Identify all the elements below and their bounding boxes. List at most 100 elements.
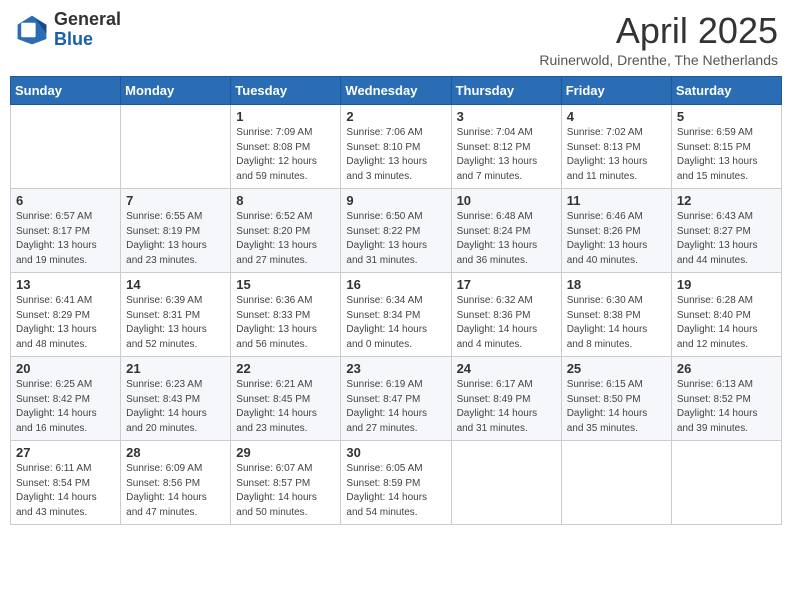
day-info: Sunrise: 6:34 AMSunset: 8:34 PMDaylight:… — [346, 294, 445, 352]
day-number: 16 — [346, 277, 445, 292]
calendar-cell: 28 Sunrise: 6:09 AMSunset: 8:56 PMDayligh… — [121, 441, 231, 525]
day-number: 6 — [16, 193, 115, 208]
day-info: Sunrise: 6:17 AMSunset: 8:49 PMDaylight:… — [457, 378, 556, 436]
calendar-cell: 14Sunrise: 6:39 AMSunset: 8:31 PMDayligh… — [121, 273, 231, 357]
day-info: Sunrise: 6:25 AMSunset: 8:42 PMDaylight:… — [16, 378, 115, 436]
day-info: Sunrise: 6:55 AMSunset: 8:19 PMDaylight:… — [126, 210, 225, 268]
calendar-cell — [561, 441, 671, 525]
calendar-cell: 22 Sunrise: 6:21 AMSunset: 8:45 PMDayligh… — [231, 357, 341, 441]
calendar-subtitle: Ruinerwold, Drenthe, The Netherlands — [539, 52, 778, 68]
calendar-cell: 4 Sunrise: 7:02 AMSunset: 8:13 PMDaylight… — [561, 105, 671, 189]
day-info: Sunrise: 6:43 AMSunset: 8:27 PMDaylight:… — [677, 210, 776, 268]
logo-text: General Blue — [54, 10, 121, 50]
day-info: Sunrise: 6:21 AMSunset: 8:45 PMDaylight:… — [236, 378, 335, 436]
day-number: 7 — [126, 193, 225, 208]
day-number: 11 — [567, 193, 666, 208]
day-number: 14 — [126, 277, 225, 292]
calendar-cell — [121, 105, 231, 189]
day-number: 30 — [346, 445, 445, 460]
calendar-cell: 23 Sunrise: 6:19 AMSunset: 8:47 PMDayligh… — [341, 357, 451, 441]
day-number: 10 — [457, 193, 556, 208]
calendar-cell: 29Sunrise: 6:07 AMSunset: 8:57 PMDayligh… — [231, 441, 341, 525]
day-info: Sunrise: 6:23 AMSunset: 8:43 PMDaylight:… — [126, 378, 225, 436]
calendar-cell: 9 Sunrise: 6:50 AMSunset: 8:22 PMDaylight… — [341, 189, 451, 273]
calendar-cell: 16 Sunrise: 6:34 AMSunset: 8:34 PMDayligh… — [341, 273, 451, 357]
calendar-week-row: 20 Sunrise: 6:25 AMSunset: 8:42 PMDayligh… — [11, 357, 782, 441]
day-info: Sunrise: 6:59 AMSunset: 8:15 PMDaylight:… — [677, 126, 776, 184]
calendar-title: April 2025 — [539, 10, 778, 52]
day-number: 1 — [236, 109, 335, 124]
calendar-cell: 2Sunrise: 7:06 AMSunset: 8:10 PMDaylight… — [341, 105, 451, 189]
day-info: Sunrise: 6:15 AMSunset: 8:50 PMDaylight:… — [567, 378, 666, 436]
weekday-header: Sunday — [11, 77, 121, 105]
day-number: 25 — [567, 361, 666, 376]
day-info: Sunrise: 6:28 AMSunset: 8:40 PMDaylight:… — [677, 294, 776, 352]
day-info: Sunrise: 6:05 AMSunset: 8:59 PMDaylight:… — [346, 462, 445, 520]
calendar-cell: 19Sunrise: 6:28 AMSunset: 8:40 PMDayligh… — [671, 273, 781, 357]
calendar-cell: 26 Sunrise: 6:13 AMSunset: 8:52 PMDayligh… — [671, 357, 781, 441]
calendar-cell — [451, 441, 561, 525]
day-number: 3 — [457, 109, 556, 124]
day-info: Sunrise: 6:36 AMSunset: 8:33 PMDaylight:… — [236, 294, 335, 352]
weekday-header: Wednesday — [341, 77, 451, 105]
logo-general: General — [54, 10, 121, 30]
calendar-cell: 1 Sunrise: 7:09 AMSunset: 8:08 PMDaylight… — [231, 105, 341, 189]
day-info: Sunrise: 6:13 AMSunset: 8:52 PMDaylight:… — [677, 378, 776, 436]
day-number: 12 — [677, 193, 776, 208]
day-number: 22 — [236, 361, 335, 376]
logo-icon — [14, 12, 50, 48]
day-number: 8 — [236, 193, 335, 208]
day-number: 13 — [16, 277, 115, 292]
day-info: Sunrise: 6:46 AMSunset: 8:26 PMDaylight:… — [567, 210, 666, 268]
day-number: 24 — [457, 361, 556, 376]
calendar-cell — [671, 441, 781, 525]
weekday-header: Monday — [121, 77, 231, 105]
day-number: 4 — [567, 109, 666, 124]
day-info: Sunrise: 7:09 AMSunset: 8:08 PMDaylight:… — [236, 126, 335, 184]
calendar-cell: 20 Sunrise: 6:25 AMSunset: 8:42 PMDayligh… — [11, 357, 121, 441]
calendar-cell: 25 Sunrise: 6:15 AMSunset: 8:50 PMDayligh… — [561, 357, 671, 441]
calendar-week-row: 6 Sunrise: 6:57 AMSunset: 8:17 PMDaylight… — [11, 189, 782, 273]
page-header: General Blue April 2025 Ruinerwold, Dren… — [10, 10, 782, 68]
day-info: Sunrise: 6:57 AMSunset: 8:17 PMDaylight:… — [16, 210, 115, 268]
day-info: Sunrise: 6:19 AMSunset: 8:47 PMDaylight:… — [346, 378, 445, 436]
day-info: Sunrise: 6:48 AMSunset: 8:24 PMDaylight:… — [457, 210, 556, 268]
calendar-cell: 12 Sunrise: 6:43 AMSunset: 8:27 PMDayligh… — [671, 189, 781, 273]
calendar-cell: 30 Sunrise: 6:05 AMSunset: 8:59 PMDayligh… — [341, 441, 451, 525]
calendar-week-row: 27Sunrise: 6:11 AMSunset: 8:54 PMDayligh… — [11, 441, 782, 525]
day-info: Sunrise: 6:50 AMSunset: 8:22 PMDaylight:… — [346, 210, 445, 268]
day-number: 21 — [126, 361, 225, 376]
day-info: Sunrise: 6:09 AMSunset: 8:56 PMDaylight:… — [126, 462, 225, 520]
day-number: 17 — [457, 277, 556, 292]
day-info: Sunrise: 7:02 AMSunset: 8:13 PMDaylight:… — [567, 126, 666, 184]
calendar-cell: 18 Sunrise: 6:30 AMSunset: 8:38 PMDayligh… — [561, 273, 671, 357]
day-number: 9 — [346, 193, 445, 208]
calendar-cell: 5 Sunrise: 6:59 AMSunset: 8:15 PMDaylight… — [671, 105, 781, 189]
weekday-header: Saturday — [671, 77, 781, 105]
day-info: Sunrise: 6:30 AMSunset: 8:38 PMDaylight:… — [567, 294, 666, 352]
weekday-header: Tuesday — [231, 77, 341, 105]
calendar-cell: 11 Sunrise: 6:46 AMSunset: 8:26 PMDayligh… — [561, 189, 671, 273]
calendar-cell: 17 Sunrise: 6:32 AMSunset: 8:36 PMDayligh… — [451, 273, 561, 357]
day-info: Sunrise: 6:11 AMSunset: 8:54 PMDaylight:… — [16, 462, 115, 520]
day-number: 18 — [567, 277, 666, 292]
day-info: Sunrise: 6:41 AMSunset: 8:29 PMDaylight:… — [16, 294, 115, 352]
calendar-cell: 15 Sunrise: 6:36 AMSunset: 8:33 PMDayligh… — [231, 273, 341, 357]
calendar-cell: 21 Sunrise: 6:23 AMSunset: 8:43 PMDayligh… — [121, 357, 231, 441]
calendar-cell: 7 Sunrise: 6:55 AMSunset: 8:19 PMDaylight… — [121, 189, 231, 273]
title-block: April 2025 Ruinerwold, Drenthe, The Neth… — [539, 10, 778, 68]
calendar-cell: 6 Sunrise: 6:57 AMSunset: 8:17 PMDaylight… — [11, 189, 121, 273]
day-number: 29 — [236, 445, 335, 460]
day-info: Sunrise: 6:32 AMSunset: 8:36 PMDaylight:… — [457, 294, 556, 352]
day-number: 23 — [346, 361, 445, 376]
day-number: 5 — [677, 109, 776, 124]
weekday-header: Friday — [561, 77, 671, 105]
day-number: 15 — [236, 277, 335, 292]
day-number: 26 — [677, 361, 776, 376]
calendar-week-row: 13 Sunrise: 6:41 AMSunset: 8:29 PMDayligh… — [11, 273, 782, 357]
day-number: 28 — [126, 445, 225, 460]
logo-blue: Blue — [54, 30, 121, 50]
day-info: Sunrise: 7:06 AMSunset: 8:10 PMDaylight:… — [346, 126, 445, 184]
weekday-header: Thursday — [451, 77, 561, 105]
day-number: 20 — [16, 361, 115, 376]
